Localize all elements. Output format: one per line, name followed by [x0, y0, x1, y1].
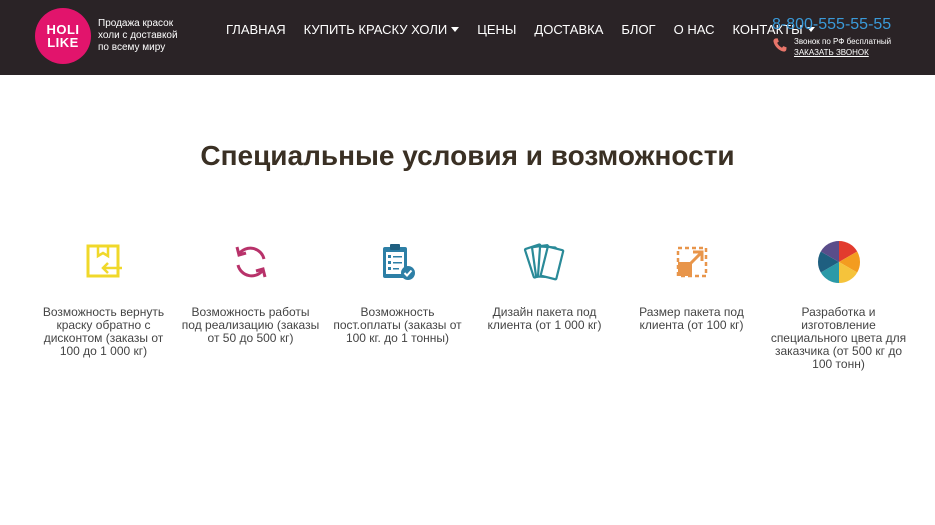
phone-number-link[interactable]: 8-800-555-55-55	[772, 16, 922, 34]
refresh-cycle-icon	[227, 238, 275, 286]
color-wheel-icon	[815, 238, 863, 286]
phone-info-row: Звонок по РФ бесплатный ЗАКАЗАТЬ ЗВОНОК	[772, 36, 922, 58]
feature-item-package-size: Размер пакета под клиента (от 100 кг)	[618, 238, 765, 371]
nav-item-blog[interactable]: БЛОГ	[621, 22, 655, 37]
nav-item-about[interactable]: О НАС	[674, 22, 715, 37]
main-nav: ГЛАВНАЯ КУПИТЬ КРАСКУ ХОЛИ ЦЕНЫ ДОСТАВКА…	[226, 22, 833, 37]
free-call-note: Звонок по РФ бесплатный	[794, 37, 892, 46]
feature-text: Дизайн пакета под клиента (от 1 000 кг)	[487, 305, 602, 332]
feature-text: Возможность работы под реализацию (заказ…	[181, 305, 320, 345]
page-title: Специальные условия и возможности	[200, 140, 735, 171]
site-tagline: Продажа красок холи с доставкой по всему…	[98, 18, 178, 53]
chevron-down-icon	[451, 27, 460, 32]
nav-item-prices[interactable]: ЦЕНЫ	[477, 22, 516, 37]
box-return-icon	[80, 238, 128, 286]
feature-text: Разработка и изготовление специального ц…	[770, 305, 907, 371]
nav-item-delivery[interactable]: ДОСТАВКА	[534, 22, 603, 37]
order-callback-link[interactable]: ЗАКАЗАТЬ ЗВОНОК	[794, 47, 891, 58]
feature-text: Возможность пост.оплаты (заказы от 100 к…	[333, 305, 462, 345]
features-list: Возможность вернуть краску обратно с дис…	[30, 238, 915, 371]
holi-like-logo[interactable]: HOLI LIKE	[35, 8, 91, 64]
feature-text: Размер пакета под клиента (от 100 кг)	[639, 305, 744, 332]
feature-item-package-design: Дизайн пакета под клиента (от 1 000 кг)	[471, 238, 618, 371]
package-cards-icon	[521, 238, 569, 286]
clipboard-check-icon	[374, 238, 422, 286]
logo-text-bottom: LIKE	[47, 35, 79, 50]
nav-item-buy-paint[interactable]: КУПИТЬ КРАСКУ ХОЛИ	[304, 22, 460, 37]
feature-item-return: Возможность вернуть краску обратно с дис…	[30, 238, 177, 371]
site-header: HOLI LIKE Продажа красок холи с доставко…	[0, 0, 935, 75]
feature-item-postpay: Возможность пост.оплаты (заказы от 100 к…	[324, 238, 471, 371]
feature-item-consignment: Возможность работы под реализацию (заказ…	[177, 238, 324, 371]
phone-icon	[773, 38, 787, 52]
feature-item-custom-color: Разработка и изготовление специального ц…	[765, 238, 912, 371]
resize-arrow-icon	[668, 238, 716, 286]
contact-block: 8-800-555-55-55 Звонок по РФ бесплатный …	[772, 16, 922, 58]
nav-item-home[interactable]: ГЛАВНАЯ	[226, 22, 286, 37]
feature-text: Возможность вернуть краску обратно с дис…	[42, 305, 165, 358]
